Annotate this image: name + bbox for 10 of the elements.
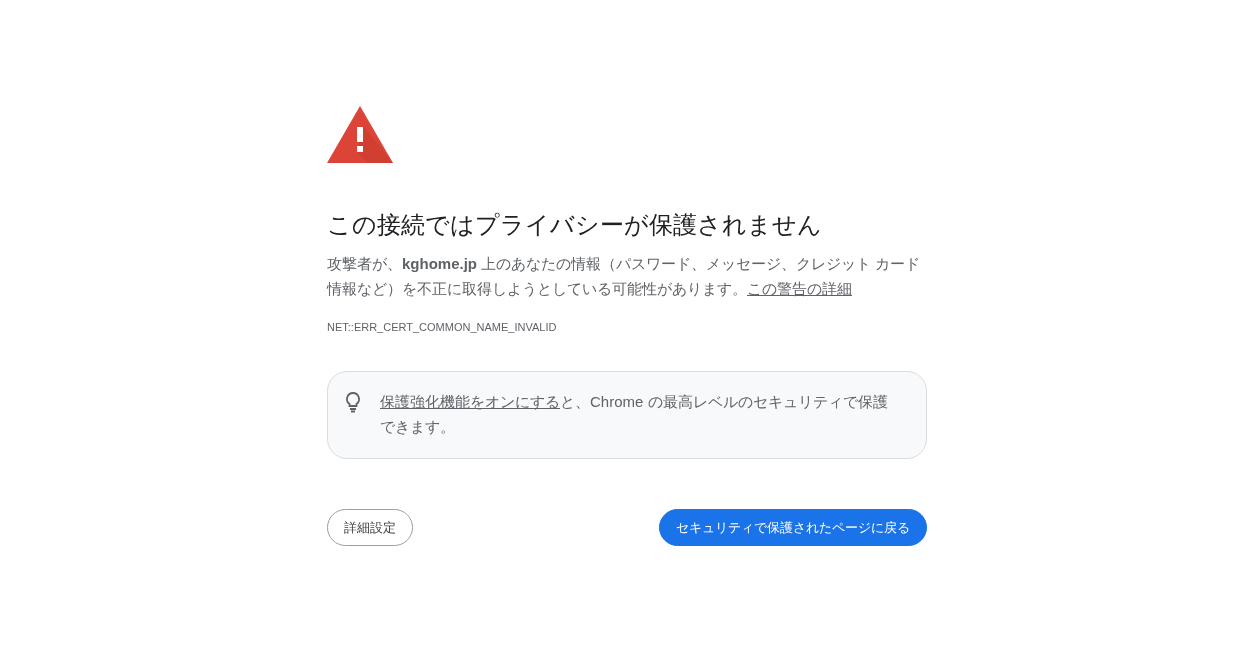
warning-message: 攻撃者が、kghome.jp 上のあなたの情報（パスワード、メッセージ、クレジット カード情報など）を不正に取得しようとしている可能性があります。この警告の詳細 bbox=[327, 254, 922, 299]
details-link[interactable]: この警告の詳細 bbox=[747, 280, 852, 297]
warning-icon bbox=[327, 106, 393, 163]
lightbulb-icon bbox=[344, 391, 362, 413]
advanced-button[interactable]: 詳細設定 bbox=[327, 509, 413, 546]
error-code: NET::ERR_CERT_COMMON_NAME_INVALID bbox=[327, 320, 558, 335]
page-heading: この接続ではプライバシーが保護されません bbox=[327, 210, 823, 240]
enhanced-protection-link[interactable]: 保護強化機能をオンにする bbox=[380, 393, 560, 410]
protection-tip: 保護強化機能をオンにする と、Chrome の最高レベルのセキュリティで保護できます。 bbox=[380, 392, 889, 437]
back-to-safety-button[interactable]: セキュリティで保護されたページに戻る bbox=[659, 509, 927, 546]
